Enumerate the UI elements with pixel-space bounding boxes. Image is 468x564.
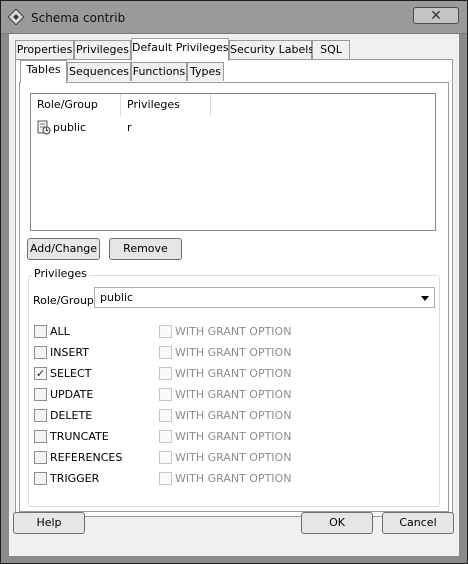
subtab-tables[interactable]: Tables: [20, 60, 67, 83]
privilege-checkbox[interactable]: ✓: [34, 367, 47, 380]
grant-option-label: WITH GRANT OPTION: [175, 325, 292, 338]
privileges-cell: r: [127, 121, 132, 134]
grant-option-checkbox[interactable]: [159, 451, 172, 464]
tab-security-labels[interactable]: Security Labels: [229, 40, 314, 59]
list-header: Role/Group Privileges: [31, 94, 435, 116]
window-title: Schema contrib: [31, 11, 126, 25]
privileges-group-title: Privileges: [32, 267, 89, 280]
privilege-row: INSERT WITH GRANT OPTION: [34, 345, 434, 361]
privilege-checkbox[interactable]: [34, 325, 47, 338]
privilege-row: DELETE WITH GRANT OPTION: [34, 408, 434, 424]
privilege-checkbox[interactable]: [34, 346, 47, 359]
privilege-row: UPDATE WITH GRANT OPTION: [34, 387, 434, 403]
grant-option-label: WITH GRANT OPTION: [175, 346, 292, 359]
grant-option-label: WITH GRANT OPTION: [175, 430, 292, 443]
subtab-sequences[interactable]: Sequences: [67, 62, 131, 81]
grant-option-label: WITH GRANT OPTION: [175, 472, 292, 485]
privilege-label: SELECT: [50, 367, 92, 380]
privilege-label: UPDATE: [50, 388, 94, 401]
column-header-role[interactable]: Role/Group: [31, 94, 121, 116]
privilege-label: TRIGGER: [50, 472, 100, 485]
group-icon: [37, 120, 51, 135]
privilege-label: ALL: [50, 325, 70, 338]
title-bar[interactable]: Schema contrib ✕: [1, 1, 467, 34]
privilege-checkbox[interactable]: [34, 388, 47, 401]
app-icon: [7, 8, 25, 26]
privilege-checkbox[interactable]: [34, 409, 47, 422]
grant-option-checkbox[interactable]: [159, 367, 172, 380]
grant-option-checkbox[interactable]: [159, 472, 172, 485]
privilege-label: REFERENCES: [50, 451, 123, 464]
privilege-row: TRUNCATE WITH GRANT OPTION: [34, 429, 434, 445]
privilege-checkbox[interactable]: [34, 472, 47, 485]
ok-button[interactable]: OK: [301, 512, 373, 534]
grant-option-checkbox[interactable]: [159, 409, 172, 422]
tab-privileges[interactable]: Privileges: [74, 40, 131, 59]
role-cell: public: [53, 121, 87, 134]
grant-option-label: WITH GRANT OPTION: [175, 451, 292, 464]
tab-default-privileges[interactable]: Default Privileges: [131, 38, 229, 61]
privilege-label: TRUNCATE: [50, 430, 109, 443]
tables-panel: Role/Group Privileges public r Add/Chang…: [19, 82, 449, 512]
privilege-row: TRIGGER WITH GRANT OPTION: [34, 471, 434, 487]
column-header-privileges[interactable]: Privileges: [121, 94, 211, 116]
add-change-button[interactable]: Add/Change: [27, 238, 100, 260]
cancel-button[interactable]: Cancel: [382, 512, 454, 534]
chevron-down-icon[interactable]: [421, 296, 429, 301]
privilege-checkbox[interactable]: [34, 451, 47, 464]
dialog-body: Properties Privileges Default Privileges…: [9, 34, 459, 556]
privilege-label: DELETE: [50, 409, 93, 422]
grant-option-label: WITH GRANT OPTION: [175, 388, 292, 401]
privileges-list[interactable]: Role/Group Privileges public r: [30, 93, 436, 231]
grant-option-label: WITH GRANT OPTION: [175, 367, 292, 380]
role-group-label: Role/Group: [33, 294, 94, 307]
privilege-label: INSERT: [50, 346, 89, 359]
remove-button[interactable]: Remove: [109, 238, 182, 260]
privilege-checkbox[interactable]: [34, 430, 47, 443]
grant-option-label: WITH GRANT OPTION: [175, 409, 292, 422]
role-group-select[interactable]: public: [94, 287, 435, 308]
help-button[interactable]: Help: [13, 512, 85, 534]
grant-option-checkbox[interactable]: [159, 325, 172, 338]
privilege-row: ✓ SELECT WITH GRANT OPTION: [34, 366, 434, 382]
grant-option-checkbox[interactable]: [159, 430, 172, 443]
subtab-types[interactable]: Types: [187, 62, 224, 81]
list-row[interactable]: public r: [31, 118, 435, 138]
subtab-functions[interactable]: Functions: [131, 62, 187, 81]
tab-properties[interactable]: Properties: [15, 40, 74, 59]
default-privileges-panel: Tables Sequences Functions Types Role/Gr…: [15, 59, 453, 517]
grant-option-checkbox[interactable]: [159, 388, 172, 401]
role-group-value: public: [100, 291, 134, 304]
tab-sql[interactable]: SQL: [312, 40, 350, 59]
close-button[interactable]: ✕: [413, 7, 459, 24]
privilege-row: REFERENCES WITH GRANT OPTION: [34, 450, 434, 466]
dialog-window: Schema contrib ✕ Properties Privileges D…: [0, 0, 468, 564]
privilege-row: ALL WITH GRANT OPTION: [34, 324, 434, 340]
grant-option-checkbox[interactable]: [159, 346, 172, 359]
